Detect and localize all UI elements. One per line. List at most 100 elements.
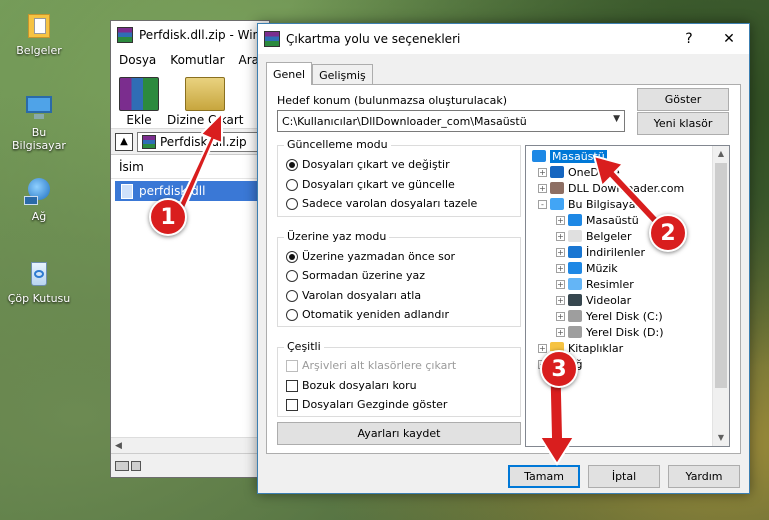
- step-badge-2: 2: [649, 214, 687, 252]
- extraction-dialog[interactable]: Çıkartma yolu ve seçenekleri ? ✕ Genel G…: [257, 23, 750, 494]
- music-icon: [568, 262, 582, 274]
- dialog-title-bar[interactable]: Çıkartma yolu ve seçenekleri ? ✕: [258, 24, 749, 54]
- destination-path-combo[interactable]: C:\Kullanıcılar\DllDownloader_com\Masaüs…: [277, 110, 625, 132]
- radio-button[interactable]: [286, 197, 298, 210]
- expand-icon[interactable]: +: [538, 183, 547, 193]
- overwrite-option-skip[interactable]: Varolan dosyaları atla: [286, 289, 421, 302]
- winrar-app-icon: [264, 31, 280, 47]
- menu-commands[interactable]: Komutlar: [170, 53, 224, 67]
- horizontal-scrollbar[interactable]: ◀: [111, 437, 269, 453]
- update-option-extract-replace[interactable]: Dosyaları çıkart ve değiştir: [286, 158, 450, 171]
- tree-item[interactable]: + Videolar: [556, 292, 631, 308]
- radio-button[interactable]: [286, 269, 298, 282]
- scroll-thumb[interactable]: [715, 163, 727, 388]
- expand-icon[interactable]: +: [556, 215, 565, 225]
- expand-icon[interactable]: +: [556, 279, 565, 289]
- tree-item[interactable]: + İndirilenler: [556, 244, 645, 260]
- checkbox[interactable]: [286, 379, 298, 392]
- winrar-app-icon: [117, 27, 133, 43]
- desktop-icon-computer[interactable]: Bu Bilgisayar: [4, 92, 74, 152]
- save-settings-button[interactable]: Ayarları kaydet: [277, 422, 521, 445]
- desktop-icon-label: Çöp Kutusu: [7, 292, 71, 305]
- expand-icon[interactable]: +: [538, 167, 547, 177]
- add-button[interactable]: Ekle: [119, 77, 159, 127]
- tree-item[interactable]: + Resimler: [556, 276, 634, 292]
- tree-item-label: Videolar: [586, 293, 632, 307]
- winrar-title-bar[interactable]: Perfdisk.dll.zip - Win: [111, 21, 269, 49]
- overwrite-option-rename[interactable]: Otomatik yeniden adlandır: [286, 308, 449, 321]
- extract-folder-icon: [185, 77, 226, 111]
- radio-button-selected[interactable]: [286, 250, 298, 263]
- archive-file-row[interactable]: perfdisk.dll: [115, 181, 265, 201]
- lock-status-icon: [131, 460, 141, 471]
- step-badge-1: 1: [149, 198, 187, 236]
- desktop-icon-label: Belgeler: [16, 44, 62, 57]
- close-button[interactable]: ✕: [709, 24, 749, 54]
- option-label: Dosyaları çıkart ve güncelle: [302, 178, 455, 191]
- show-button[interactable]: Göster: [637, 88, 729, 111]
- expand-icon[interactable]: +: [556, 327, 565, 337]
- expand-icon[interactable]: +: [556, 295, 565, 305]
- radio-button-selected[interactable]: [286, 158, 298, 171]
- overwrite-mode-group: Üzerine yaz modu Üzerine yazmadan önce s…: [277, 230, 521, 327]
- cancel-button[interactable]: İptal: [588, 465, 660, 488]
- folder-tree[interactable]: Masaüstü + OneDrive + DLL Downloader.com - Bu …: [525, 145, 730, 447]
- tree-item[interactable]: + DLL Downloader.com: [538, 180, 684, 196]
- radio-button[interactable]: [286, 178, 298, 191]
- tree-item[interactable]: + Belgeler: [556, 228, 631, 244]
- archive-path-field[interactable]: Perfdisk.dll.zip: [137, 131, 265, 152]
- misc-option-keep-broken[interactable]: Bozuk dosyaları koru: [286, 379, 417, 392]
- desktop-icon-recycle-bin[interactable]: Çöp Kutusu: [4, 258, 74, 305]
- column-header-name[interactable]: İsim: [111, 155, 269, 179]
- extract-to-button[interactable]: Dizine Çıkart: [167, 77, 243, 127]
- expand-icon[interactable]: +: [556, 263, 565, 273]
- archive-add-icon: [119, 77, 159, 111]
- radio-button[interactable]: [286, 289, 298, 302]
- new-folder-button[interactable]: Yeni klasör: [637, 112, 729, 135]
- winrar-window[interactable]: Perfdisk.dll.zip - Win Dosya Komutlar Ar…: [110, 20, 276, 478]
- folder-documents-icon: [24, 10, 54, 40]
- misc-option-show-in-explorer[interactable]: Dosyaları Gezginde göster: [286, 398, 447, 411]
- tab-advanced[interactable]: Gelişmiş: [312, 64, 373, 85]
- update-mode-title: Güncelleme modu: [284, 138, 391, 151]
- add-label: Ekle: [126, 113, 152, 127]
- file-icon: [121, 183, 133, 199]
- overwrite-option-without-prompt[interactable]: Sormadan üzerine yaz: [286, 269, 425, 282]
- update-mode-group: Güncelleme modu Dosyaları çıkart ve deği…: [277, 138, 521, 217]
- tree-vertical-scrollbar[interactable]: ▲ ▼: [712, 146, 729, 446]
- collapse-icon[interactable]: -: [538, 199, 547, 209]
- tree-item[interactable]: + OneDrive: [538, 164, 620, 180]
- overwrite-option-ask[interactable]: Üzerine yazmadan önce sor: [286, 250, 455, 263]
- tree-item[interactable]: + Yerel Disk (D:): [556, 324, 664, 340]
- tree-item[interactable]: + Masaüstü: [556, 212, 639, 228]
- expand-icon[interactable]: +: [556, 311, 565, 321]
- expand-icon[interactable]: +: [538, 343, 547, 353]
- option-label: Sadece varolan dosyaları tazele: [302, 197, 478, 210]
- scroll-down-icon[interactable]: ▼: [713, 430, 729, 446]
- tree-item[interactable]: Masaüstü: [532, 148, 607, 164]
- overwrite-mode-title: Üzerine yaz modu: [284, 230, 390, 243]
- checkbox[interactable]: [286, 398, 298, 411]
- update-option-freshen[interactable]: Sadece varolan dosyaları tazele: [286, 197, 477, 210]
- tree-item-label: Masaüstü: [550, 149, 607, 163]
- help-title-button[interactable]: ?: [669, 24, 709, 54]
- radio-button[interactable]: [286, 308, 298, 321]
- up-folder-button[interactable]: ▲: [115, 132, 133, 151]
- tab-general[interactable]: Genel: [266, 62, 313, 85]
- dialog-tabs: Genel Gelişmiş: [266, 62, 373, 85]
- option-label: Arşivleri alt klasörlere çıkart: [302, 359, 457, 372]
- menu-file[interactable]: Dosya: [119, 53, 156, 67]
- tree-item[interactable]: + Yerel Disk (C:): [556, 308, 663, 324]
- expand-icon[interactable]: +: [556, 247, 565, 257]
- help-button[interactable]: Yardım: [668, 465, 740, 488]
- expand-icon[interactable]: +: [556, 231, 565, 241]
- scroll-up-icon[interactable]: ▲: [713, 146, 729, 162]
- update-option-extract-update[interactable]: Dosyaları çıkart ve güncelle: [286, 178, 455, 191]
- misc-group: Çeşitli Arşivleri alt klasörlere çıkart …: [277, 340, 521, 417]
- chevron-down-icon[interactable]: ▼: [613, 114, 620, 124]
- desktop-icon-documents[interactable]: Belgeler: [4, 10, 74, 57]
- desktop-icon-network[interactable]: Ağ: [4, 176, 74, 223]
- tree-item[interactable]: + Müzik: [556, 260, 618, 276]
- tree-item[interactable]: - Bu Bilgisayar: [538, 196, 640, 212]
- ok-button[interactable]: Tamam: [508, 465, 580, 488]
